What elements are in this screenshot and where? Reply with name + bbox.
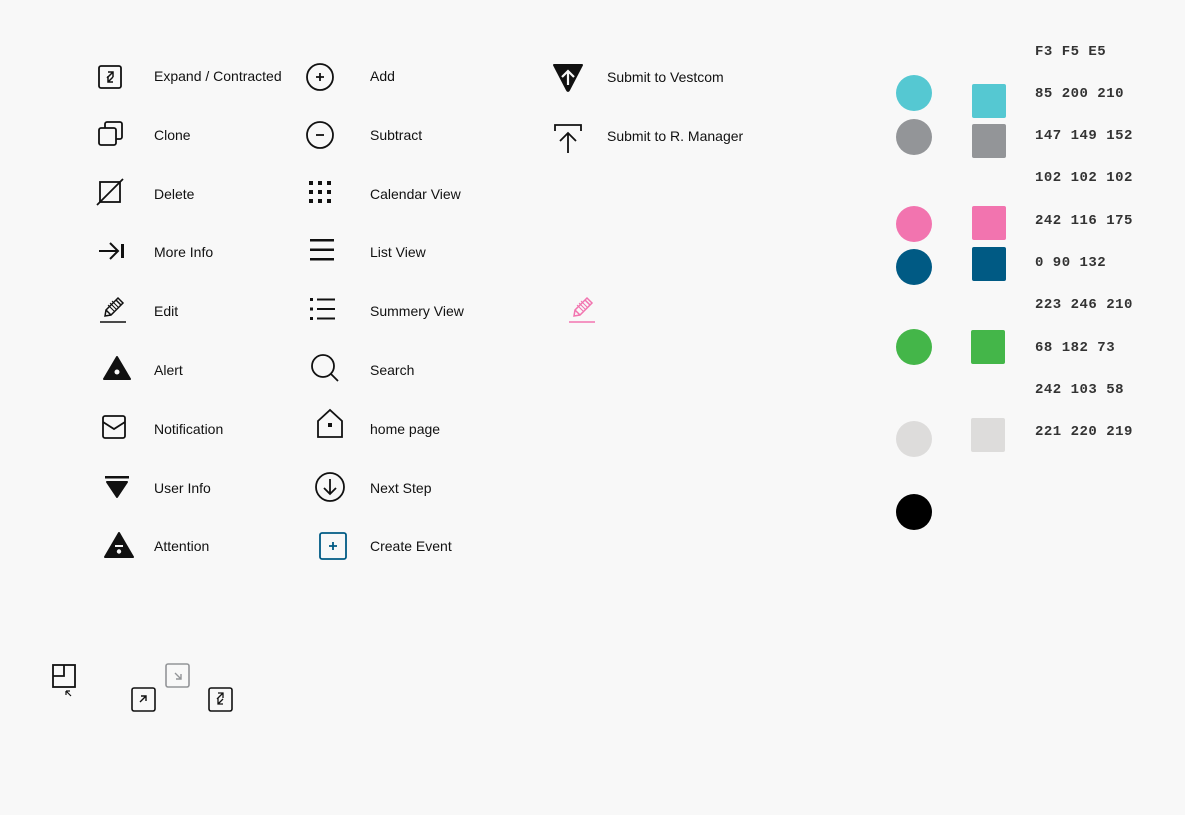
label-clone: Clone [154,127,191,143]
swatch-circle-green [896,329,932,365]
label-subtract: Subtract [370,127,423,143]
calendar-view-icon [300,172,340,212]
color-code: 242 103 58 [1035,382,1125,398]
edit-icon-pink [561,290,601,330]
label-search: Search [370,362,415,378]
swatch-circle-light-gray [896,421,932,457]
next-step-icon [310,467,350,507]
color-code: 147 149 152 [1035,128,1133,144]
more-info-icon [92,231,132,271]
expand-corner-icon [207,686,235,719]
label-submit-vestcom: Submit to Vestcom [607,69,724,85]
label-delete: Delete [154,186,195,202]
swatch-square-green [971,330,1005,364]
label-next-step: Next Step [370,480,432,496]
delete-icon [90,172,130,212]
attention-icon [99,525,139,565]
swatch-circle-black [896,494,932,530]
color-code: 102 102 102 [1035,170,1133,186]
swatch-square-light-gray [971,418,1005,452]
submit-manager-icon [548,118,588,158]
label-home: home page [370,421,441,437]
swatch-circle-gray [896,119,932,155]
submit-vestcom-icon [548,57,588,97]
label-calendar-view: Calendar View [370,186,461,202]
user-info-icon [97,466,137,506]
restore-window-icon [51,663,79,704]
label-notification: Notification [154,421,224,437]
label-more-info: More Info [154,244,214,260]
label-attention: Attention [154,538,210,554]
color-code: 242 116 175 [1035,213,1133,229]
clone-icon [90,114,130,154]
summary-view-icon [302,289,342,329]
expand-icon [90,57,130,97]
swatch-square-pink [972,206,1006,240]
expand-small-icon [130,686,158,719]
color-code: F3 F5 E5 [1035,44,1107,60]
subtract-icon [300,115,340,155]
color-code: 0 90 132 [1035,255,1107,271]
color-code: 223 246 210 [1035,297,1133,313]
color-code: 221 220 219 [1035,424,1133,440]
label-user-info: User Info [154,480,211,496]
label-add: Add [370,68,395,84]
color-code: 85 200 210 [1035,86,1125,102]
color-code: 68 182 73 [1035,340,1116,356]
label-alert: Alert [154,362,183,378]
label-summary-view: Summery View [370,303,464,319]
swatch-circle-teal [896,75,932,111]
label-list-view: List View [370,244,426,260]
swatch-square-teal [972,84,1006,118]
label-expand: Expand / Contracted [154,68,282,84]
edit-icon [92,290,132,330]
swatch-circle-pink [896,206,932,242]
label-submit-manager: Submit to R. Manager [607,128,744,144]
alert-icon [97,348,137,388]
home-icon [310,403,350,443]
label-edit: Edit [154,303,179,319]
label-create-event: Create Event [370,538,452,554]
swatch-circle-blue [896,249,932,285]
add-icon [300,57,340,97]
create-event-icon [313,526,353,566]
search-icon [306,349,346,389]
swatch-square-blue [972,247,1006,281]
notification-icon [94,407,134,447]
swatch-square-gray [972,124,1006,158]
list-view-icon [302,230,342,270]
collapse-icon [164,662,192,695]
